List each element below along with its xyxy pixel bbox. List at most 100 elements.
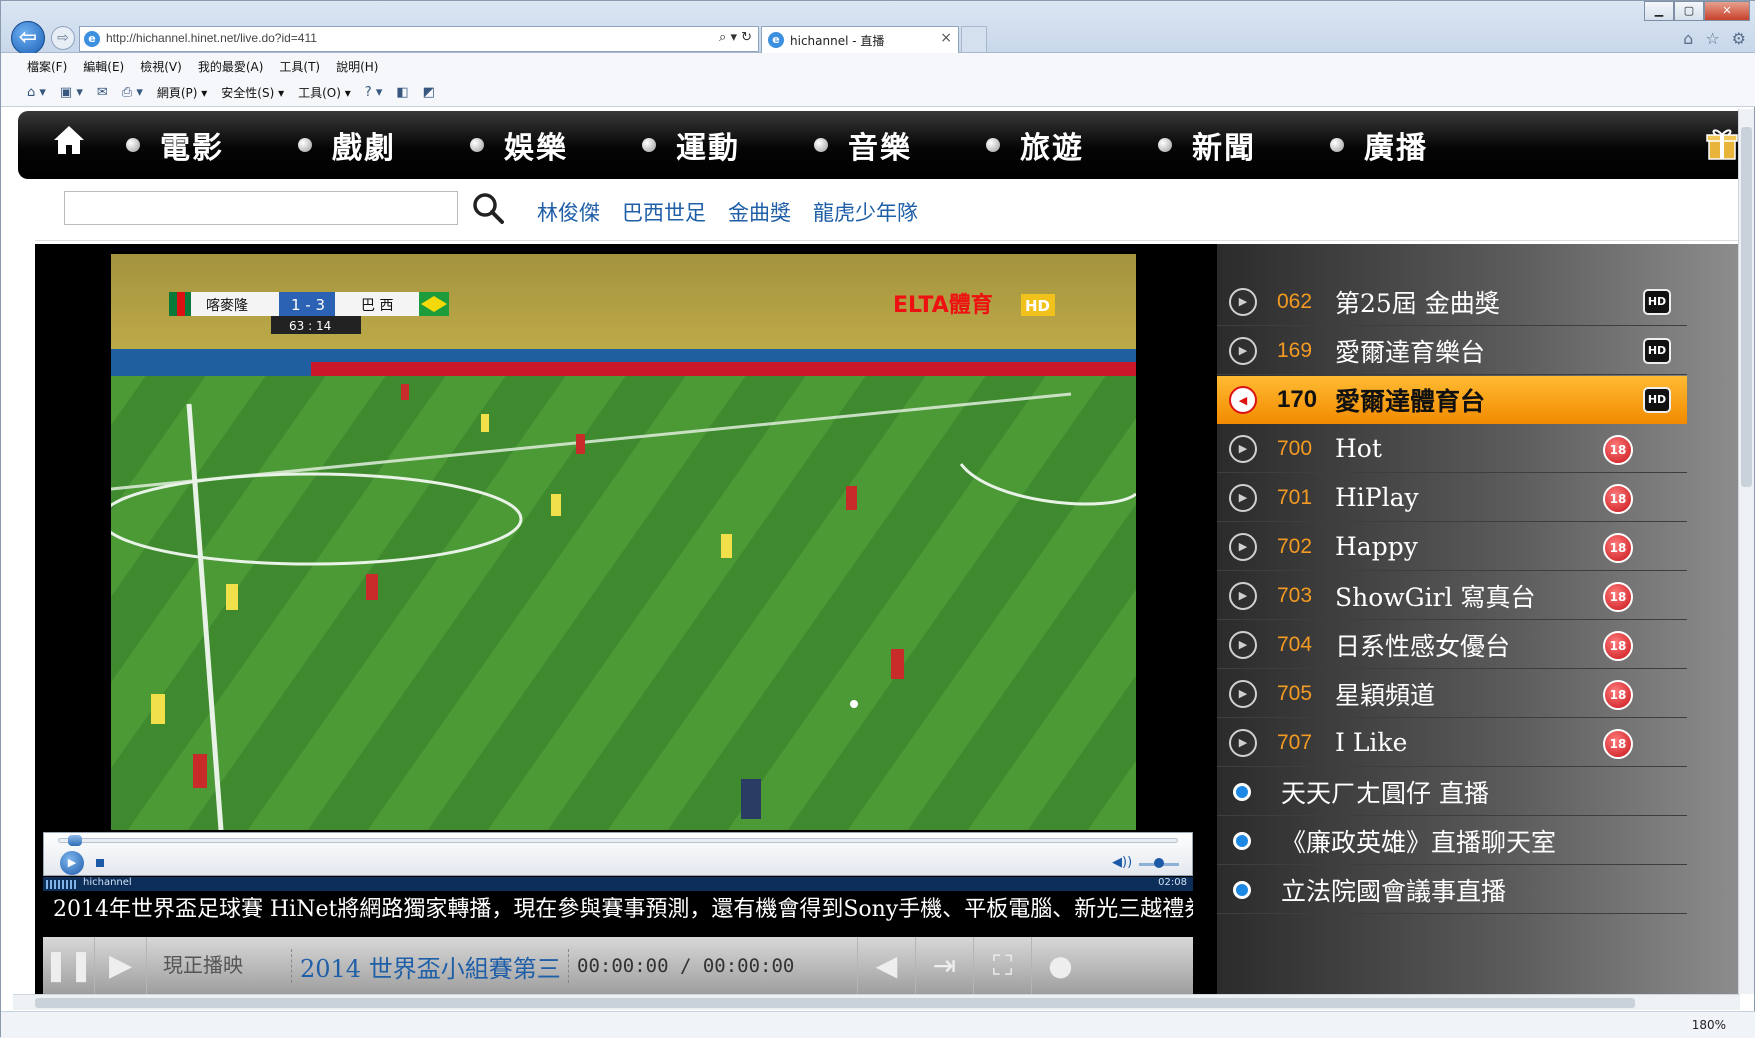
back-button[interactable]: ⇦: [11, 21, 45, 55]
nav-sports[interactable]: 運動: [642, 125, 740, 166]
tab-hichannel[interactable]: e hichannel - 直播 ×: [761, 26, 959, 53]
close-window-button[interactable]: ✕: [1704, 1, 1750, 21]
scroll-thumb[interactable]: [1741, 127, 1752, 487]
channel-number: 170: [1277, 386, 1318, 413]
search-icon[interactable]: [471, 191, 505, 225]
page-menu[interactable]: 網頁(P) ▾: [157, 84, 207, 101]
age-18-badge-icon: 18: [1603, 533, 1633, 563]
hot-keyword-link[interactable]: 金曲獎: [728, 197, 791, 227]
print-icon[interactable]: ⎙ ▾: [122, 85, 143, 100]
search-input[interactable]: [64, 191, 458, 225]
forward-button[interactable]: ⇨: [51, 26, 75, 50]
play-circle-icon: ▶: [1229, 581, 1257, 610]
light-bulb-icon[interactable]: ●: [1031, 937, 1089, 994]
hot-keyword-link[interactable]: 龍虎少年隊: [813, 197, 918, 227]
channel-row[interactable]: ▶ 707 I Like 18: [1217, 719, 1687, 767]
nav-music[interactable]: 音樂: [814, 125, 912, 166]
volume-knob[interactable]: [1154, 858, 1164, 868]
favorites-star-icon[interactable]: ☆: [1705, 29, 1719, 48]
browser-window: ⇦ ⇨ e http://hichannel.hinet.net/live.do…: [0, 0, 1755, 1038]
url-text[interactable]: http://hichannel.hinet.net/live.do?id=41…: [106, 31, 317, 45]
seek-knob[interactable]: [68, 835, 83, 846]
menu-view[interactable]: 檢視(V): [140, 58, 182, 75]
live-event-row[interactable]: 《廉政英雄》直播聊天室: [1217, 817, 1687, 865]
channel-row[interactable]: ▶ 705 星穎頻道 18: [1217, 670, 1687, 718]
hd-badge-icon: HD: [1643, 387, 1671, 413]
close-tab-icon[interactable]: ×: [940, 30, 952, 46]
menu-favorites[interactable]: 我的最愛(A): [198, 58, 264, 75]
hd-badge-icon: HD: [1643, 289, 1671, 315]
live-event-row[interactable]: 立法院國會議事直播: [1217, 866, 1687, 914]
menu-help[interactable]: 說明(H): [336, 58, 378, 75]
video-frame[interactable]: 喀麥隆 1 - 3 巴 西 63 : 14 ELTA體育 HD: [111, 254, 1136, 830]
volume-icon[interactable]: ◀)): [1112, 855, 1132, 870]
settings-gear-icon[interactable]: ⚙: [1732, 29, 1746, 48]
menu-edit[interactable]: 編輯(E): [83, 58, 124, 75]
hot-keyword-link[interactable]: 巴西世足: [622, 197, 706, 227]
scroll-thumb[interactable]: [35, 998, 1635, 1008]
channel-number: 062: [1277, 289, 1313, 313]
channel-row[interactable]: ▶ 062 第25屆 金曲獎 HD: [1217, 278, 1687, 326]
popout-icon[interactable]: ⇥: [915, 937, 973, 994]
home-icon[interactable]: ⌂ ▾: [27, 85, 46, 100]
stop-icon[interactable]: [96, 859, 104, 867]
live-dot-icon: [1233, 831, 1251, 850]
live-event-row[interactable]: 天天ㄏㄤ圓仔 直播: [1217, 768, 1687, 816]
channel-list: ▶ 062 第25屆 金曲獎 HD ▶ 169 愛爾達育樂台 HD ◀ 170 …: [1217, 244, 1740, 994]
home-icon[interactable]: ⌂: [1683, 29, 1693, 48]
nav-radio[interactable]: 廣播: [1330, 125, 1428, 166]
hot-keyword-link[interactable]: 林俊傑: [537, 197, 600, 227]
tools-menu[interactable]: 工具(O) ▾: [298, 84, 351, 101]
nav-label: 廣播: [1364, 131, 1428, 166]
horizontal-scrollbar[interactable]: [13, 994, 1740, 1010]
channel-row[interactable]: ▶ 700 Hot 18: [1217, 425, 1687, 473]
menu-tools[interactable]: 工具(T): [279, 58, 320, 75]
bullet-icon: [1158, 138, 1172, 152]
maximize-button[interactable]: ▢: [1674, 1, 1704, 21]
vertical-scrollbar[interactable]: [1738, 109, 1754, 994]
channel-row-active[interactable]: ◀ 170 愛爾達體育台 HD: [1217, 376, 1687, 424]
age-18-badge-icon: 18: [1603, 631, 1633, 661]
safety-menu[interactable]: 安全性(S) ▾: [221, 84, 284, 101]
zoom-level[interactable]: 180%: [1692, 1018, 1726, 1032]
pause-icon[interactable]: ❚❚: [43, 937, 95, 994]
channel-row[interactable]: ▶ 703 ShowGirl 寫真台 18: [1217, 572, 1687, 620]
play-icon[interactable]: ▶: [95, 937, 147, 994]
channel-row[interactable]: ▶ 704 日系性感女優台 18: [1217, 621, 1687, 669]
translate-icon[interactable]: ◩: [423, 85, 435, 100]
mail-icon[interactable]: ✉: [97, 85, 108, 100]
new-tab-button[interactable]: [961, 26, 987, 53]
window-controls: ▁ ▢ ✕: [1644, 1, 1750, 21]
nav-movies[interactable]: 電影: [126, 125, 224, 166]
help-icon[interactable]: ? ▾: [365, 85, 383, 100]
channel-row[interactable]: ▶ 169 愛爾達育樂台 HD: [1217, 327, 1687, 375]
nav-entertainment[interactable]: 娛樂: [470, 125, 568, 166]
gift-icon[interactable]: [1704, 125, 1740, 161]
browser-titlebar: ⇦ ⇨ e http://hichannel.hinet.net/live.do…: [1, 1, 1755, 55]
address-bar[interactable]: e http://hichannel.hinet.net/live.do?id=…: [79, 26, 759, 52]
mute-icon[interactable]: ◀: [857, 937, 915, 994]
live-dot-icon: [1233, 880, 1251, 899]
channel-row[interactable]: ▶ 701 HiPlay 18: [1217, 474, 1687, 522]
minimize-button[interactable]: ▁: [1644, 1, 1674, 21]
live-event-name: 《廉政英雄》直播聊天室: [1281, 827, 1557, 857]
menu-file[interactable]: 檔案(F): [27, 58, 67, 75]
search-refresh-icon[interactable]: ⌕ ▾ ↻: [719, 30, 752, 45]
nav-drama[interactable]: 戲劇: [298, 125, 396, 166]
now-playing-bar: ❚❚ ▶ 現正播映 2014 世界盃小組賽第三輪 ( 00:00:00 / 00…: [43, 937, 1193, 994]
nav-label: 音樂: [848, 131, 912, 166]
ie-icon: e: [768, 32, 784, 48]
rss-feed-icon[interactable]: ▣ ▾: [60, 85, 83, 100]
research-icon[interactable]: ◧: [396, 85, 408, 100]
channel-row[interactable]: ▶ 702 Happy 18: [1217, 523, 1687, 571]
seek-bar[interactable]: [58, 835, 1178, 846]
nav-news[interactable]: 新聞: [1158, 125, 1256, 166]
team2-name: 巴 西: [361, 298, 393, 314]
play-icon[interactable]: ▶: [60, 851, 84, 875]
home-icon[interactable]: [52, 123, 86, 157]
match-clock: 63 : 14: [289, 319, 331, 333]
nav-travel[interactable]: 旅遊: [986, 125, 1084, 166]
bullet-icon: [470, 138, 484, 152]
fullscreen-icon[interactable]: ⛶: [973, 937, 1031, 994]
news-ticker[interactable]: 2014年世界盃足球賽 HiNet將網路獨家轉播，現在參與賽事預測，還有機會得到…: [53, 892, 1193, 928]
